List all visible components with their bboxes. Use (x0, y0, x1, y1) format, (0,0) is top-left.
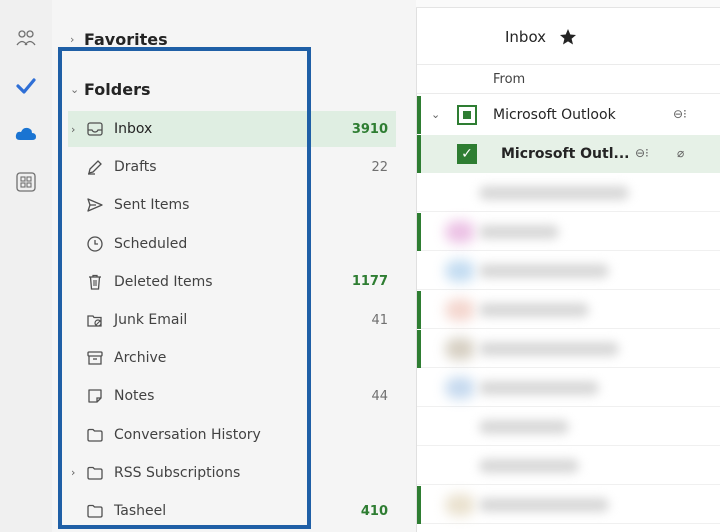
reply-all-icon[interactable]: ⊖⁝ (635, 146, 649, 160)
message-sender: Microsoft Outl... (501, 146, 630, 162)
todo-check-icon[interactable] (14, 74, 38, 98)
folders-highlight-box (58, 47, 311, 529)
message-select-checkbox[interactable]: ✓ (457, 144, 477, 164)
app-rail (0, 0, 52, 532)
folder-count: 22 (371, 159, 388, 175)
column-from[interactable]: From (493, 72, 525, 87)
blurred-message-row (417, 486, 720, 524)
onedrive-cloud-icon[interactable] (14, 122, 38, 146)
blurred-message-row (417, 291, 720, 329)
column-header: From (417, 64, 720, 94)
blurred-message-row (417, 330, 720, 368)
people-icon[interactable] (14, 26, 38, 50)
blurred-message-row (417, 213, 720, 251)
paperclip-icon: ⌀ (677, 146, 685, 160)
blurred-message-row (417, 174, 720, 212)
folder-count: 1177 (351, 274, 388, 290)
chevron-down-icon[interactable]: ⌄ (431, 108, 440, 121)
message-list-header: Inbox (417, 8, 720, 63)
thread-select-checkbox[interactable] (457, 105, 477, 125)
folder-count: 41 (371, 312, 388, 328)
folder-count: 3910 (351, 121, 388, 137)
blurred-message-row (417, 369, 720, 407)
blurred-message-row (417, 408, 720, 446)
reply-all-icon[interactable]: ⊖⁝ (673, 107, 687, 121)
blurred-message-row (417, 252, 720, 290)
message-row-selected[interactable]: ✓ Microsoft Outl... ⊖⁝ ⌀ (417, 135, 720, 173)
star-icon[interactable] (559, 28, 577, 46)
chevron-right-icon: › (70, 33, 75, 46)
folder-count: 44 (371, 388, 388, 404)
folder-count: 410 (360, 503, 388, 519)
message-list-title: Inbox (505, 28, 547, 46)
message-list: Inbox From ⌄ Microsoft Outlook ⊖⁝ ✓ Micr… (416, 8, 720, 532)
message-row[interactable]: ⌄ Microsoft Outlook ⊖⁝ (417, 96, 720, 134)
blurred-message-row (417, 447, 720, 485)
apps-grid-icon[interactable] (14, 170, 38, 194)
message-sender: Microsoft Outlook (493, 107, 616, 123)
